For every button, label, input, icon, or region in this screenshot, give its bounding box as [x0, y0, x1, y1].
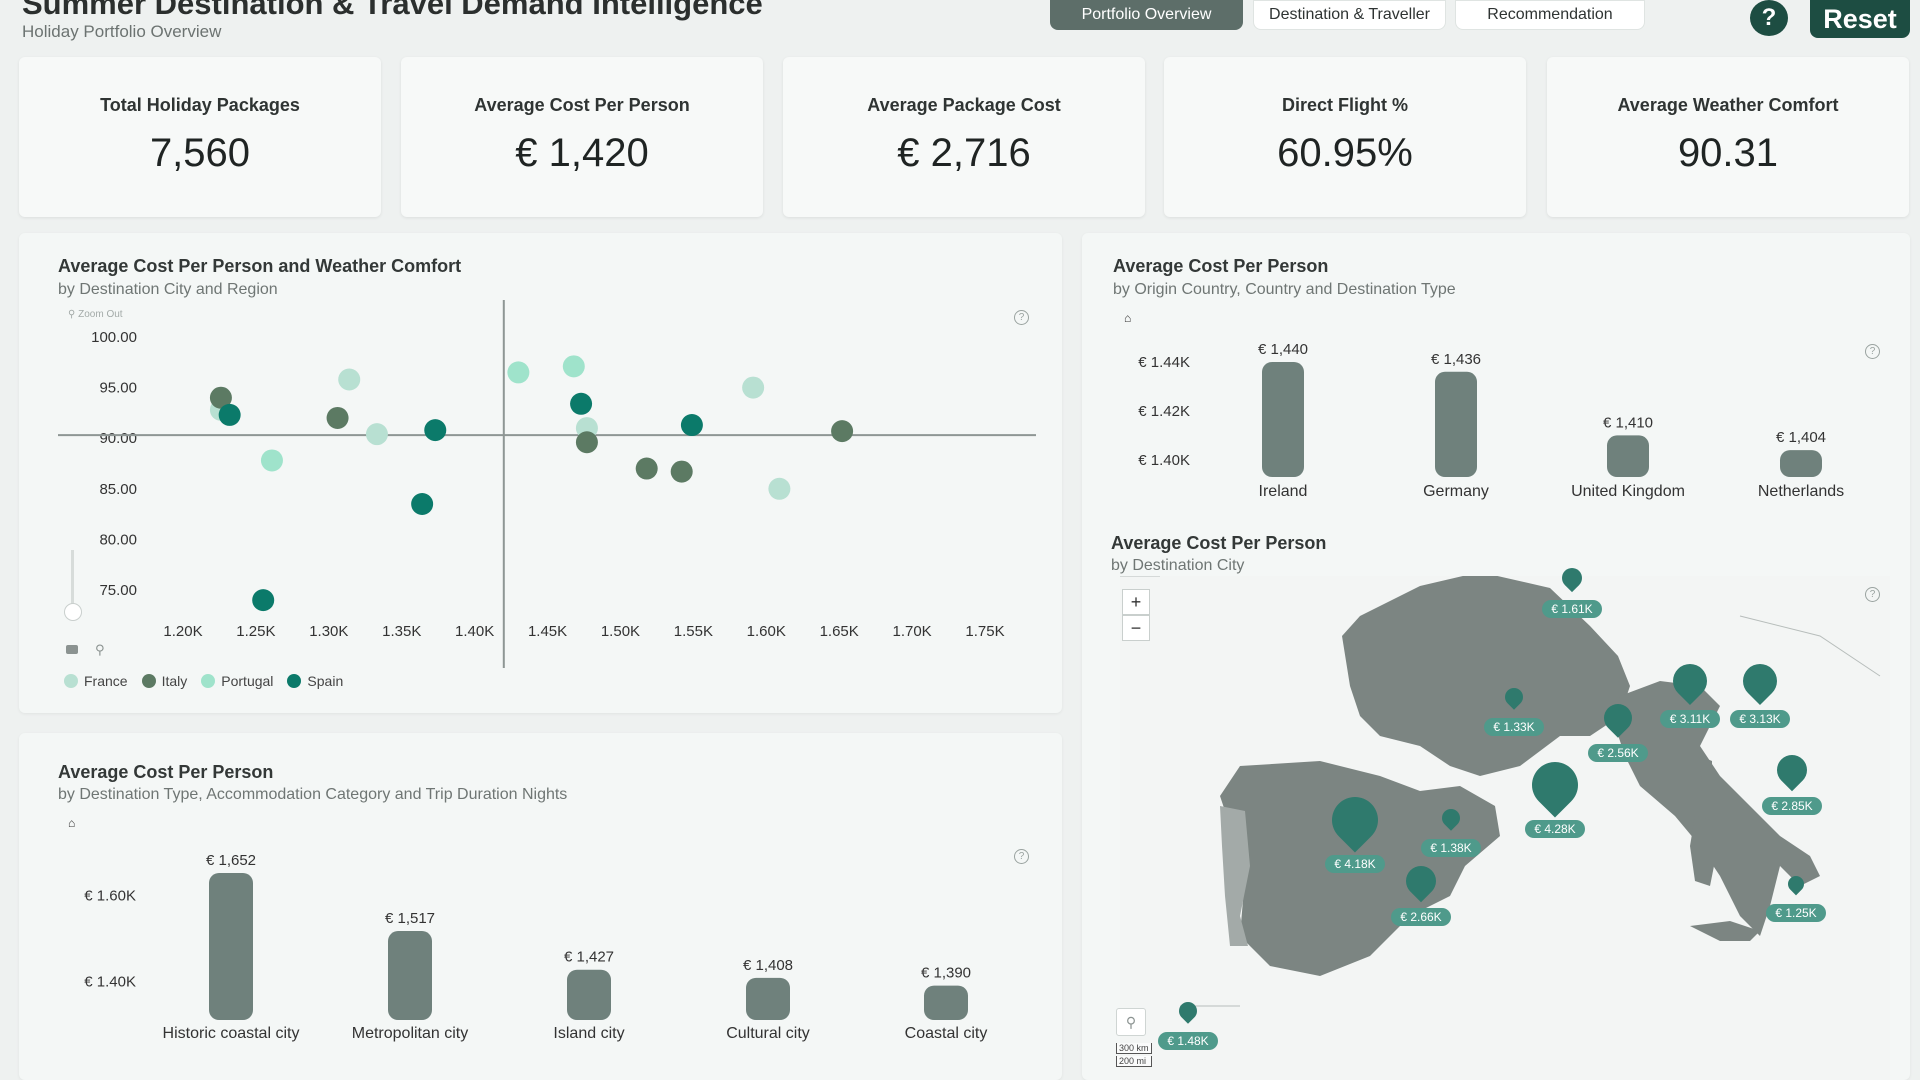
map-pin-label: € 2.85K — [1762, 797, 1822, 815]
map-pin-label: € 1.25K — [1766, 904, 1826, 922]
category-label: United Kingdom — [1571, 483, 1685, 500]
bar-data-label: € 1,410 — [1603, 414, 1653, 431]
map-pin-label: € 2.66K — [1391, 908, 1451, 926]
bar-netherlands — [1780, 450, 1822, 477]
map-pin-label: € 2.56K — [1588, 744, 1648, 762]
map-pin-label: € 1.33K — [1484, 718, 1544, 736]
map-pin-label: € 3.13K — [1730, 710, 1790, 728]
bar-data-label: € 1,404 — [1776, 429, 1826, 446]
map-title: Average Cost Per Person — [1111, 533, 1327, 553]
bar-germany — [1435, 371, 1477, 477]
category-label: Netherlands — [1758, 483, 1844, 500]
category-label: Ireland — [1259, 483, 1308, 500]
scale-mi: 200 mi — [1116, 1056, 1152, 1067]
map-island-corsica[interactable] — [1700, 756, 1712, 791]
map-pin-label: € 1.61K — [1542, 600, 1602, 618]
bar-data-label: € 1,440 — [1258, 341, 1308, 358]
map-pin-label: € 1.38K — [1421, 839, 1481, 857]
map-pin-filter-button[interactable]: ⚲ — [1116, 1008, 1146, 1036]
map-pin-label: € 3.11K — [1660, 710, 1720, 728]
y-tick-label: € 1.40K — [1138, 452, 1190, 469]
destination-map[interactable] — [1120, 576, 1890, 1080]
map-subtitle: by Destination City — [1111, 557, 1245, 574]
map-pin-label: € 4.18K — [1325, 855, 1385, 873]
bar-united-kingdom — [1607, 435, 1649, 477]
map-island-sardinia[interactable] — [1690, 816, 1716, 886]
y-tick-label: € 1.42K — [1138, 403, 1190, 420]
map-pin-label: € 4.28K — [1525, 820, 1585, 838]
category-label: Germany — [1423, 483, 1489, 500]
scale-km: 300 km — [1116, 1043, 1152, 1054]
y-tick-label: € 1.44K — [1138, 354, 1190, 371]
bar-ireland — [1262, 362, 1304, 477]
map-zoom-in-button[interactable]: + — [1122, 589, 1150, 615]
map-scale-bar: 300 km 200 mi — [1116, 1043, 1152, 1069]
help-icon[interactable]: ? — [1865, 587, 1880, 602]
bar-data-label: € 1,436 — [1431, 351, 1481, 368]
map-pin-label: € 1.48K — [1158, 1032, 1218, 1050]
map-land-shapes — [1120, 576, 1881, 1007]
map-zoom-out-button[interactable]: − — [1122, 615, 1150, 641]
